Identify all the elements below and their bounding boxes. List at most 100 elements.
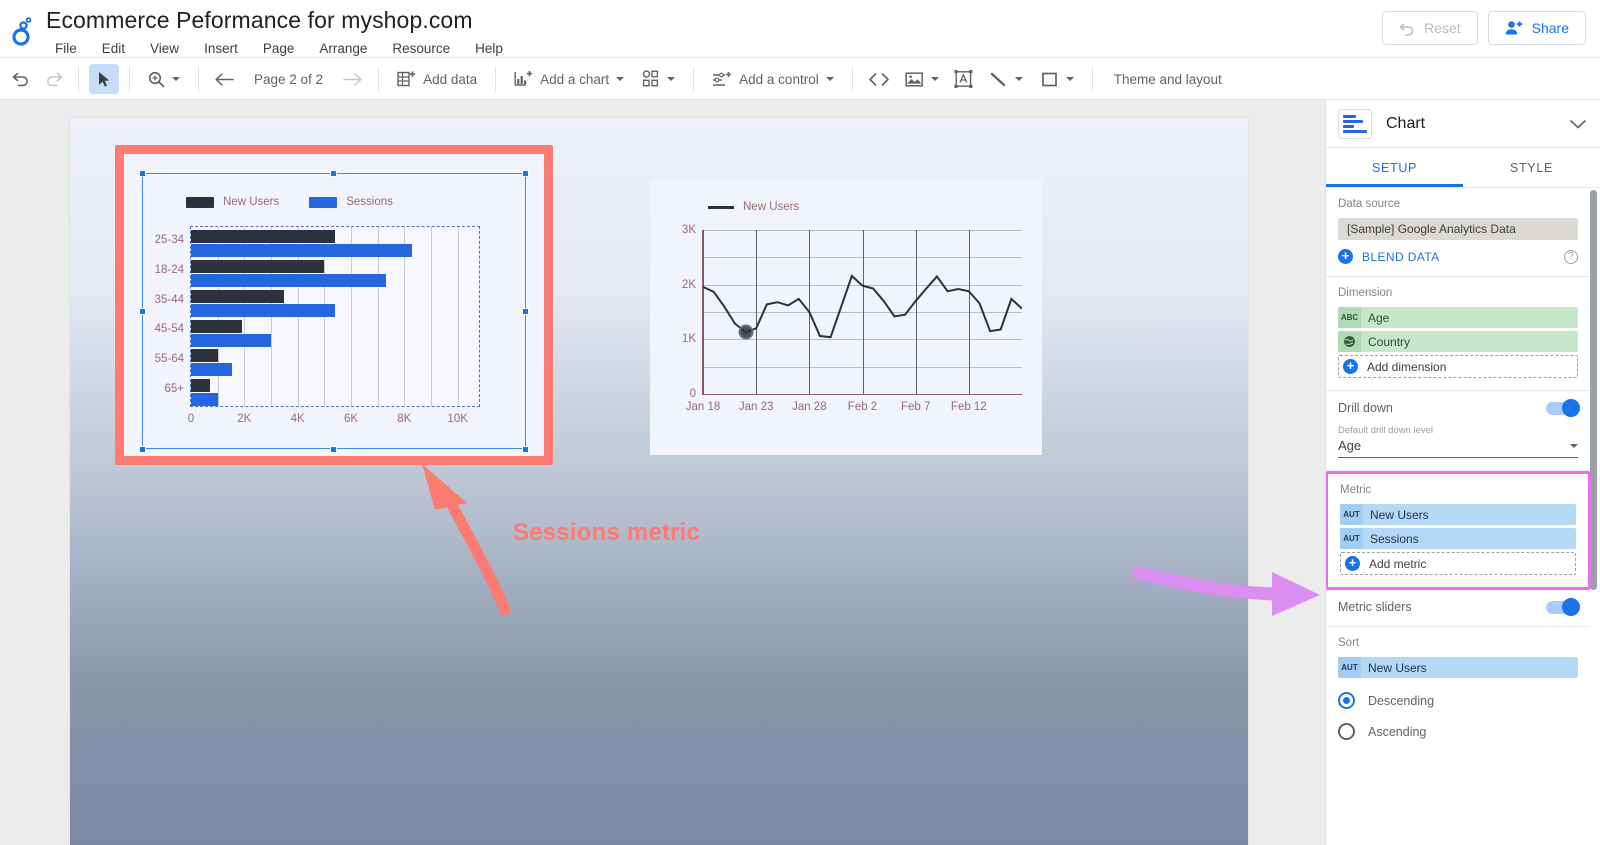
- zoom-tool-button[interactable]: [140, 64, 188, 94]
- document-title[interactable]: Ecommerce Peformance for myshop.com: [46, 6, 506, 34]
- line-chart-x-tick-label: Jan 18: [686, 401, 721, 413]
- tab-style[interactable]: STYLE: [1463, 148, 1600, 187]
- insert-line-button[interactable]: [981, 64, 1031, 94]
- add-data-label: Add data: [423, 72, 477, 87]
- add-control-button[interactable]: Add a control: [704, 64, 842, 94]
- legend-label-line-new-users: New Users: [743, 201, 799, 213]
- text-box-icon: [954, 70, 973, 88]
- line-caret-icon: [1015, 77, 1023, 81]
- aut-type-icon: AUT: [1338, 657, 1361, 678]
- selection-handle-bottom-left[interactable]: [139, 446, 146, 453]
- add-metric-label: Add metric: [1369, 557, 1426, 571]
- line-chart-x-tick-label: Feb 7: [901, 401, 930, 413]
- selection-handle-top-left[interactable]: [139, 170, 146, 177]
- drill-down-row: Drill down: [1338, 401, 1578, 415]
- selection-handle-bottom-right[interactable]: [522, 446, 529, 453]
- panel-header: Chart: [1326, 100, 1600, 148]
- chevron-down-icon[interactable]: [1568, 118, 1588, 130]
- share-button-label: Share: [1532, 20, 1569, 36]
- drill-down-toggle[interactable]: [1546, 402, 1578, 415]
- selection-frame: [142, 173, 526, 449]
- sort-descending-label: Descending: [1368, 694, 1434, 708]
- default-drill-down-level-value: Age: [1338, 438, 1361, 453]
- title-and-menu: Ecommerce Peformance for myshop.com File…: [46, 0, 506, 60]
- reset-button[interactable]: Reset: [1382, 11, 1478, 45]
- drill-down-label: Drill down: [1338, 401, 1393, 415]
- metric-sliders-toggle[interactable]: [1546, 601, 1578, 614]
- blend-data-row[interactable]: + BLEND DATA ?: [1338, 249, 1578, 264]
- metric-chip-new-users[interactable]: AUT New Users: [1340, 504, 1576, 525]
- community-visualizations-button[interactable]: [634, 64, 683, 94]
- line-chart-plot-area[interactable]: 01K2K3KJan 18Jan 23Jan 28Feb 2Feb 7Feb 1…: [702, 230, 1022, 395]
- toolbar-divider-5: [495, 67, 496, 91]
- community-viz-caret-icon: [667, 77, 675, 81]
- toolbar: Page 2 of 2 Add data Add a cha: [0, 58, 1600, 100]
- add-metric-button[interactable]: + Add metric: [1340, 552, 1576, 575]
- magnifier-plus-icon: [148, 71, 165, 88]
- selection-handle-bottom-center[interactable]: [330, 446, 337, 453]
- default-drill-down-level-select[interactable]: Age: [1338, 436, 1578, 458]
- line-chart-hover-point[interactable]: [738, 325, 753, 340]
- help-circle-icon[interactable]: ?: [1564, 250, 1578, 264]
- selection-handle-top-center[interactable]: [330, 170, 337, 177]
- metric-chip-sessions[interactable]: AUT Sessions: [1340, 528, 1576, 549]
- theme-and-layout-label: Theme and layout: [1114, 72, 1222, 87]
- bar-chart-card[interactable]: New Users Sessions 25-3418-2435-4445-545…: [124, 154, 544, 456]
- annotation-sessions-metric-label: Sessions metric: [513, 519, 700, 547]
- metric-sliders-label: Metric sliders: [1338, 600, 1412, 614]
- add-dimension-button[interactable]: + Add dimension: [1338, 355, 1578, 378]
- sort-option-descending[interactable]: Descending: [1338, 685, 1578, 716]
- add-data-button[interactable]: Add data: [389, 64, 485, 94]
- person-add-icon: [1505, 20, 1524, 36]
- line-chart-x-tick-label: Jan 28: [792, 401, 827, 413]
- annotation-magenta-arrow: [1130, 558, 1330, 618]
- line-chart-card[interactable]: New Users 01K2K3KJan 18Jan 23Jan 28Feb 2…: [650, 180, 1042, 455]
- aut-type-icon: AUT: [1340, 504, 1363, 525]
- theme-and-layout-button[interactable]: Theme and layout: [1103, 64, 1230, 94]
- selection-handle-top-right[interactable]: [522, 170, 529, 177]
- tab-setup[interactable]: SETUP: [1326, 148, 1463, 187]
- selection-handle-middle-right[interactable]: [522, 308, 529, 315]
- undo-button[interactable]: [6, 64, 36, 94]
- line-icon: [989, 71, 1008, 88]
- plus-icon: +: [1338, 249, 1353, 264]
- page-indicator[interactable]: Page 2 of 2: [242, 72, 335, 87]
- plus-icon: +: [1345, 556, 1360, 571]
- insert-image-button[interactable]: [897, 64, 947, 94]
- rectangle-icon: [1041, 71, 1059, 88]
- data-source-chip[interactable]: [Sample] Google Analytics Data: [1338, 218, 1578, 240]
- select-tool-button[interactable]: [89, 64, 119, 94]
- line-chart-y-tick-label: 3K: [682, 224, 696, 236]
- bar-chart-icon[interactable]: [1338, 109, 1372, 139]
- line-chart-x-tick-label: Jan 23: [739, 401, 774, 413]
- plus-icon: +: [1343, 359, 1358, 374]
- previous-page-button[interactable]: [209, 64, 240, 94]
- embed-code-button[interactable]: [863, 64, 895, 94]
- add-control-caret-icon: [826, 77, 834, 81]
- looker-studio-logo-icon[interactable]: [0, 0, 46, 58]
- add-chart-icon: [514, 70, 533, 88]
- insert-shape-button[interactable]: [1033, 64, 1082, 94]
- sort-option-ascending[interactable]: Ascending: [1338, 716, 1578, 747]
- insert-text-button[interactable]: [949, 64, 979, 94]
- section-metric-sliders: Metric sliders: [1326, 590, 1590, 627]
- add-control-icon: [712, 71, 732, 88]
- app-root: Ecommerce Peformance for myshop.com File…: [0, 0, 1600, 845]
- share-button[interactable]: Share: [1488, 11, 1586, 45]
- top-bar-actions: Reset Share: [1382, 11, 1586, 45]
- dimension-chip-age[interactable]: ABC Age: [1338, 307, 1578, 328]
- sort-field-name: New Users: [1361, 661, 1578, 675]
- panel-scrollbar[interactable]: [1590, 190, 1597, 590]
- sort-chip-new-users[interactable]: AUT New Users: [1338, 657, 1578, 678]
- legend-line-new-users: [708, 206, 734, 209]
- redo-button[interactable]: [38, 64, 68, 94]
- line-chart-series-new-users[interactable]: [703, 230, 1022, 394]
- next-page-button[interactable]: [337, 64, 368, 94]
- selection-handle-middle-left[interactable]: [139, 308, 146, 315]
- line-chart-y-tick-label: 0: [690, 388, 696, 400]
- line-chart-x-tick-label: Feb 12: [951, 401, 987, 413]
- add-chart-button[interactable]: Add a chart: [506, 64, 632, 94]
- workspace: New Users Sessions 25-3418-2435-4445-545…: [0, 100, 1325, 845]
- dimension-chip-country[interactable]: Country: [1338, 331, 1578, 352]
- report-canvas[interactable]: New Users Sessions 25-3418-2435-4445-545…: [70, 118, 1248, 845]
